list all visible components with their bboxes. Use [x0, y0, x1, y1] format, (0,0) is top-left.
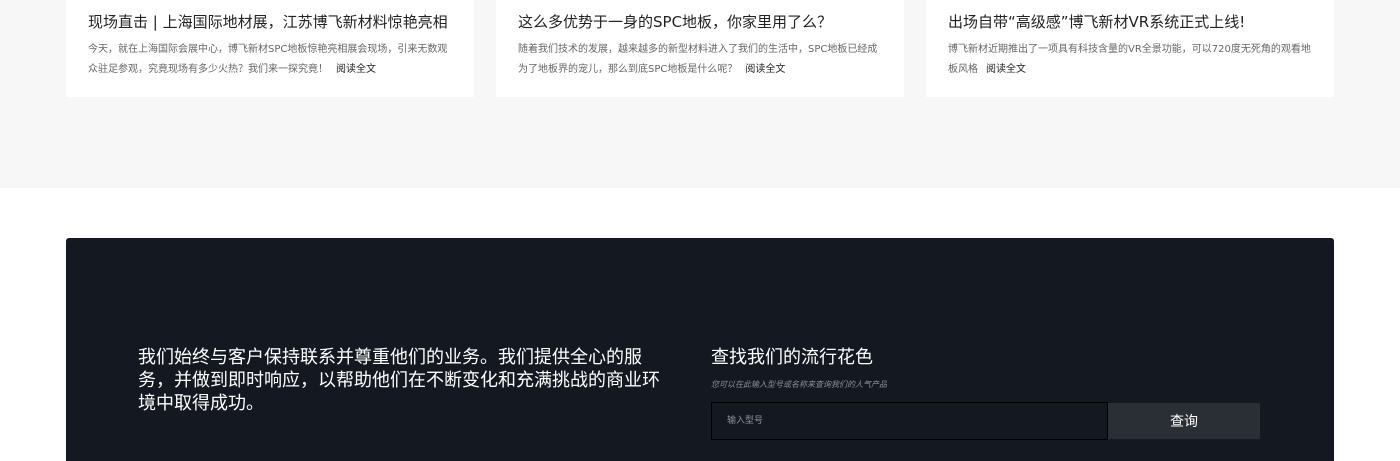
news-card-excerpt-text: 今天，就在上海国际会展中心，博飞新材SPC地板惊艳亮相展会现场，引来无数观众驻足… [88, 44, 448, 75]
news-card-excerpt: 博飞新材近期推出了一项具有科技含量的VR全景功能，可以720度无死角的观看地板风… [948, 40, 1312, 80]
read-more-link[interactable]: 阅读全文 [745, 64, 785, 75]
news-card-excerpt: 今天，就在上海国际会展中心，博飞新材SPC地板惊艳亮相展会现场，引来无数观众驻足… [88, 40, 452, 80]
news-card-excerpt: 随着我们技术的发展，越来越多的新型材料进入了我们的生活中，SPC地板已经成为了地… [518, 40, 882, 80]
cta-statement: 我们始终与客户保持联系并尊重他们的业务。我们提供全心的服务，并做到即时响应，以帮… [138, 347, 660, 414]
search-section-title: 查找我们的流行花色 [711, 347, 873, 368]
contact-cta-section: 我们始终与客户保持联系并尊重他们的业务。我们提供全心的服务，并做到即时响应，以帮… [66, 238, 1334, 461]
news-card-title[interactable]: 这么多优势于一身的SPC地板，你家里用了么？ [518, 12, 882, 32]
news-card-excerpt-text: 随着我们技术的发展，越来越多的新型材料进入了我们的生活中，SPC地板已经成为了地… [518, 44, 878, 75]
news-card[interactable]: 这么多优势于一身的SPC地板，你家里用了么？ 随着我们技术的发展，越来越多的新型… [496, 0, 904, 97]
news-card[interactable]: 出场自带“高级感”博飞新材VR系统正式上线! 博飞新材近期推出了一项具有科技含量… [926, 0, 1334, 97]
news-card-title[interactable]: 现场直击 | 上海国际地材展，江苏博飞新材料惊艳亮相 [88, 12, 452, 32]
search-section-subtitle: 您可以在此输入型号或名称来查询我们的人气产品 [711, 380, 887, 389]
read-more-link[interactable]: 阅读全文 [336, 64, 376, 75]
news-section: 现场直击 | 上海国际地材展，江苏博飞新材料惊艳亮相 今天，就在上海国际会展中心… [0, 0, 1400, 188]
search-button[interactable]: 查询 [1108, 403, 1260, 439]
news-card-title[interactable]: 出场自带“高级感”博飞新材VR系统正式上线! [948, 12, 1312, 32]
news-card[interactable]: 现场直击 | 上海国际地材展，江苏博飞新材料惊艳亮相 今天，就在上海国际会展中心… [66, 0, 474, 97]
read-more-link[interactable]: 阅读全文 [986, 64, 1026, 75]
model-search-input[interactable] [711, 402, 1108, 440]
